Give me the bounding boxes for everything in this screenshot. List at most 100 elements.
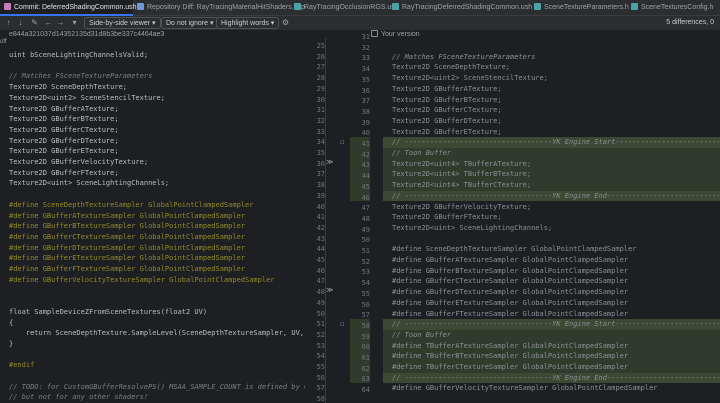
viewer-select[interactable]: Side-by-side viewer ▾ xyxy=(84,17,161,29)
code-line[interactable]: #endif xyxy=(0,360,305,371)
code-line[interactable]: #define GBufferATextureSampler GlobalPoi… xyxy=(383,255,720,266)
code-line[interactable]: #define SceneDepthTextureSampler GlobalP… xyxy=(0,200,305,211)
code-line[interactable]: Texture2D GBufferDTexture; xyxy=(383,116,720,127)
tab-occlusion[interactable]: RayTracingOcclusionRGS.usf xyxy=(290,0,397,16)
code-line[interactable]: #define GBufferFTextureSampler GlobalPoi… xyxy=(383,309,720,320)
highlight-select[interactable]: Highlight words ▾ xyxy=(216,17,280,29)
apply-change-icon[interactable]: ≫ xyxy=(326,158,333,166)
code-line[interactable]: Texture2D<uint4> TBufferBTexture; xyxy=(383,169,720,181)
code-line[interactable]: #define GBufferBTextureSampler GlobalPoi… xyxy=(383,266,720,277)
code-line[interactable]: #define TBufferCTextureSampler GlobalPoi… xyxy=(383,362,720,373)
highlight-select-label: Highlight words xyxy=(221,20,269,27)
code-line[interactable]: // Matches FSceneTextureParameters xyxy=(0,71,305,82)
code-line[interactable]: #define GBufferCTextureSampler GlobalPoi… xyxy=(0,232,305,243)
file-icon xyxy=(4,3,11,10)
line-number: 64 xyxy=(361,386,370,395)
code-line[interactable]: // Toon Buffer xyxy=(383,148,720,159)
code-line[interactable]: #define GBufferETextureSampler GlobalPoi… xyxy=(383,298,720,309)
code-line[interactable]: Texture2D GBufferCTexture; xyxy=(383,105,720,116)
tab-scene-texture-params[interactable]: SceneTextureParameters.h xyxy=(530,0,629,16)
code-line[interactable]: // but not for any other shaders! xyxy=(0,392,305,403)
code-line[interactable]: Texture2D GBufferBTexture; xyxy=(383,95,720,106)
checkbox-icon[interactable]: ☐ xyxy=(340,320,344,328)
code-line[interactable] xyxy=(0,350,305,361)
tab-commit[interactable]: Commit: DeferredShadingCommon.ush xyxy=(0,0,137,16)
code-line[interactable]: Texture2D GBufferDTexture; xyxy=(0,136,305,147)
code-line[interactable]: Texture2D GBufferETexture; xyxy=(0,146,305,157)
code-line[interactable]: Texture2D SceneDepthTexture; xyxy=(383,62,720,73)
line-number: 32 xyxy=(361,43,370,52)
code-line[interactable]: #define GBufferBTextureSampler GlobalPoi… xyxy=(0,221,305,232)
code-line[interactable]: #define TBufferATextureSampler GlobalPoi… xyxy=(383,340,720,352)
code-line[interactable]: // Toon Buffer xyxy=(383,329,720,341)
code-line[interactable] xyxy=(383,394,720,403)
tab-repository-diff[interactable]: Repository Diff: RayTracingMaterialHitSh… xyxy=(133,0,305,16)
tab-deferred-shading[interactable]: RayTracingDeferredShadingCommon.ush xyxy=(388,0,532,16)
code-line[interactable]: // -----------------------------------YK… xyxy=(383,190,720,202)
checkbox-icon[interactable] xyxy=(371,30,378,37)
code-line[interactable]: Texture2D GBufferETexture; xyxy=(383,127,720,138)
checkbox-icon[interactable]: ☐ xyxy=(340,138,344,146)
code-line[interactable]: // -----------------------------------YK… xyxy=(383,137,720,148)
code-line[interactable]: // TODO: for CustomGBufferResolvePS() MS… xyxy=(0,382,305,393)
line-number: 41 xyxy=(361,140,370,148)
code-line[interactable] xyxy=(383,234,720,245)
code-line[interactable]: #define TBufferBTextureSampler GlobalPoi… xyxy=(383,351,720,362)
code-line[interactable]: #define GBufferDTextureSampler GlobalPoi… xyxy=(0,243,305,254)
code-line[interactable]: #define GBufferCTextureSampler GlobalPoi… xyxy=(383,276,720,287)
code-line[interactable]: } xyxy=(0,339,305,350)
dropdown-icon[interactable]: ▾ xyxy=(70,18,79,27)
line-number: 37 xyxy=(316,170,325,179)
code-line[interactable]: return SceneDepthTexture.SampleLevel(Sce… xyxy=(0,328,305,339)
settings-icon[interactable]: ⚙ xyxy=(281,18,290,27)
code-line[interactable]: Texture2D GBufferATexture; xyxy=(0,104,305,115)
apply-change-icon[interactable]: ≫ xyxy=(326,286,333,294)
code-line[interactable]: Texture2D<uint4> TBufferCTexture; xyxy=(383,180,720,191)
code-line[interactable]: Texture2D GBufferFTexture; xyxy=(0,168,305,179)
code-line[interactable]: #define GBufferATextureSampler GlobalPoi… xyxy=(0,211,305,222)
code-line[interactable]: Texture2D GBufferVelocityTexture; xyxy=(383,202,720,213)
code-line[interactable] xyxy=(0,285,305,296)
code-line[interactable]: // -----------------------------------YK… xyxy=(383,319,720,330)
code-line[interactable]: // Matches FSceneTextureParameters xyxy=(383,52,720,63)
code-line[interactable]: // -----------------------------------YK… xyxy=(383,372,720,384)
code-line[interactable]: #define SceneDepthTextureSampler GlobalP… xyxy=(383,244,720,255)
code-line[interactable]: #define GBufferETextureSampler GlobalPoi… xyxy=(0,253,305,264)
ignore-select[interactable]: Do not ignore ▾ xyxy=(161,17,219,29)
code-line[interactable]: Texture2D<uint> SceneLightingChannels; xyxy=(0,178,305,189)
tab-scene-textures-config[interactable]: SceneTexturesConfig.h xyxy=(627,0,720,16)
code-line[interactable]: Texture2D<uint2> SceneStencilTexture; xyxy=(0,93,305,104)
code-line[interactable]: uint bSceneLightingChannelsValid; xyxy=(0,50,305,61)
code-line[interactable]: Texture2D GBufferFTexture; xyxy=(383,212,720,223)
code-line[interactable]: Texture2D GBufferCTexture; xyxy=(0,125,305,136)
tab-label: RayTracingDeferredShadingCommon.ush xyxy=(402,4,533,11)
code-line[interactable] xyxy=(0,371,305,382)
edit-icon[interactable]: ✎ xyxy=(30,18,39,27)
arrow-right-icon[interactable]: → xyxy=(56,18,65,27)
differences-count: 5 differences, 0 xyxy=(666,19,714,26)
code-line[interactable]: Texture2D GBufferATexture; xyxy=(383,84,720,95)
code-line[interactable]: #define GBufferVelocityTextureSampler Gl… xyxy=(0,275,305,286)
code-line[interactable]: float SampleDeviceZFromSceneTextures(flo… xyxy=(0,307,305,318)
code-line[interactable]: Texture2D SceneDepthTexture; xyxy=(0,82,305,93)
code-line[interactable]: Texture2D<uint> SceneLightingChannels; xyxy=(383,223,720,234)
right-editor[interactable]: // Matches FSceneTextureParameters Textur… xyxy=(383,47,720,403)
code-line[interactable]: { xyxy=(0,318,305,329)
line-number: 53 xyxy=(316,341,325,350)
arrow-left-icon[interactable]: ← xyxy=(44,18,53,27)
line-number: 41 xyxy=(316,213,325,222)
code-line[interactable]: #define GBufferFTextureSampler GlobalPoi… xyxy=(0,264,305,275)
arrow-up-icon[interactable]: ↑ xyxy=(4,18,13,27)
code-line[interactable]: #define GBufferVelocityTextureSampler Gl… xyxy=(383,383,720,394)
code-line[interactable]: #define GBufferDTextureSampler GlobalPoi… xyxy=(383,287,720,298)
code-line[interactable]: Texture2D GBufferVelocityTexture; xyxy=(0,157,305,168)
code-line[interactable]: Texture2D<uint2> SceneStencilTexture; xyxy=(383,73,720,84)
code-line[interactable]: Texture2D GBufferBTexture; xyxy=(0,114,305,125)
code-line[interactable] xyxy=(0,296,305,307)
code-line[interactable]: Texture2D<uint4> TBufferATexture; xyxy=(383,158,720,170)
left-editor[interactable]: uint bSceneLightingChannelsValid; // Matc… xyxy=(0,47,305,403)
arrow-down-icon[interactable]: ↓ xyxy=(16,18,25,27)
code-line[interactable] xyxy=(0,189,305,200)
line-number: 35 xyxy=(361,75,370,84)
code-line[interactable] xyxy=(0,61,305,72)
